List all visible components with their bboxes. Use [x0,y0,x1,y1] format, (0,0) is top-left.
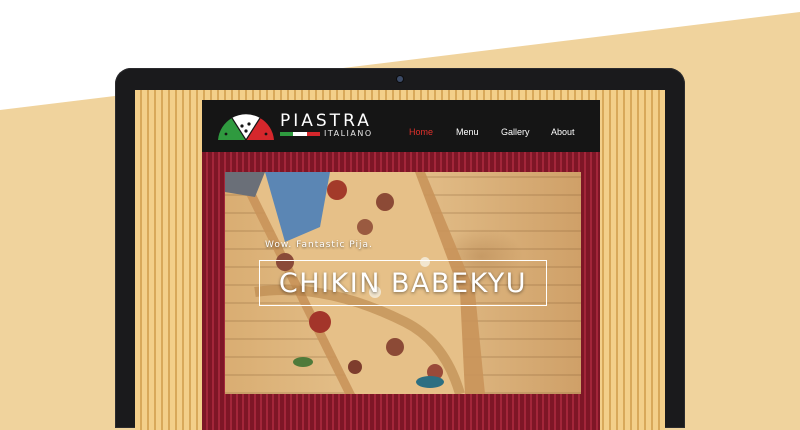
hero-banner: Wow. Fantastic Pija. CHIKIN BABEKYU [225,172,581,394]
hero-tagline: Wow. Fantastic Pija. [265,240,373,250]
nav-menu[interactable]: Menu [456,127,479,137]
brand-subtitle: ITALIANO [324,129,373,138]
nav-about[interactable]: About [551,127,575,137]
website: PIASTRA ITALIANO Home Menu Gallery About [202,100,600,430]
laptop-screen: PIASTRA ITALIANO Home Menu Gallery About [135,90,665,430]
pizza-logo-icon[interactable] [216,110,276,142]
hero-title: CHIKIN BABEKYU [259,260,547,306]
navbar: PIASTRA ITALIANO Home Menu Gallery About [202,100,600,152]
laptop-frame: PIASTRA ITALIANO Home Menu Gallery About [115,68,685,430]
italian-flag-bar [280,132,320,136]
webcam-icon [397,76,403,82]
nav-gallery[interactable]: Gallery [501,127,530,137]
nav-home[interactable]: Home [409,127,433,137]
brand-name[interactable]: PIASTRA [280,112,372,130]
